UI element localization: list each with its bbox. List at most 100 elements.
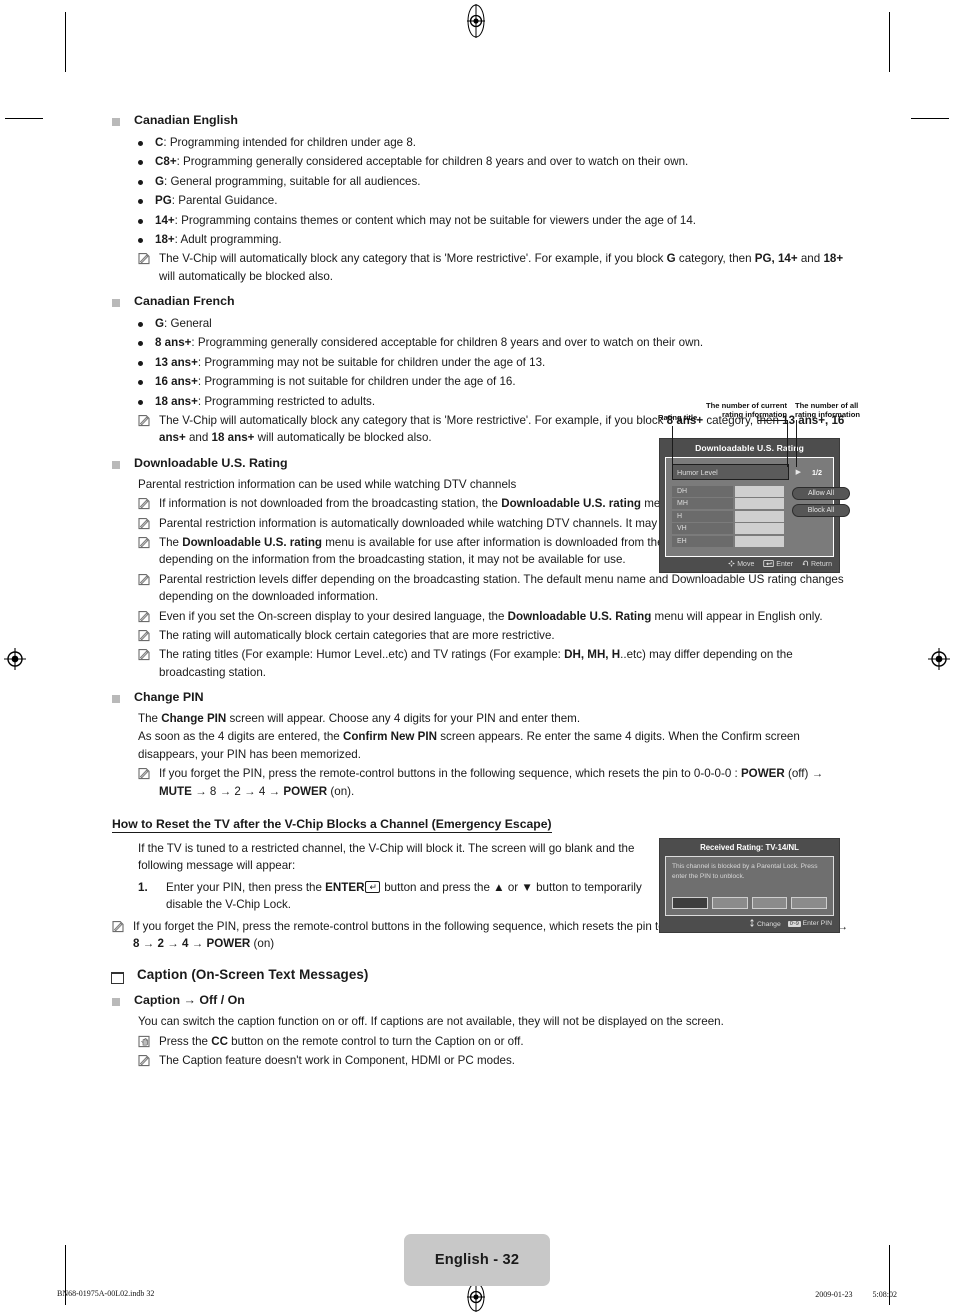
pencil-note-icon	[138, 767, 150, 780]
note-row: Press the CC button on the remote contro…	[138, 1033, 852, 1050]
bullet-dot-icon	[138, 360, 143, 366]
caption-section-heading-row: Caption → Off / On	[112, 992, 852, 1012]
section-square-icon	[112, 299, 120, 308]
bullet-dot-icon	[138, 179, 143, 185]
right-arrow-icon[interactable]: ▶	[796, 468, 801, 476]
bullet-text: G: General programming, suitable for all…	[155, 174, 421, 188]
step-number: 1.	[138, 880, 148, 894]
note-row: The rating titles (For example: Humor Le…	[138, 646, 852, 681]
number-keys-icon: 0~9	[787, 921, 801, 927]
rating-row[interactable]: DH	[672, 486, 784, 497]
bullet-row: C: Programming intended for children und…	[138, 134, 852, 151]
step-text: Enter your PIN, then press the ENTER ↵ bu…	[166, 880, 642, 912]
hint-enter-pin-label: Enter PIN	[802, 920, 832, 927]
hint-return-label: Return	[810, 560, 832, 568]
pin-digit-box[interactable]	[751, 897, 788, 909]
crop-mark-top-left-h	[5, 118, 43, 119]
rating-row-value[interactable]	[734, 498, 784, 510]
manual-page: Canadian English C: Programming intended …	[0, 0, 954, 1315]
hint-change-label: Change	[756, 921, 781, 928]
callout-leader-current	[787, 420, 788, 467]
section-paragraph: Parental restriction information can be …	[138, 477, 517, 491]
section-square-icon	[112, 118, 120, 126]
note-row: The rating will automatically block cert…	[138, 627, 852, 644]
registration-mark-top	[466, 4, 486, 38]
hint-move: Move	[728, 559, 755, 568]
rating-row[interactable]: EH	[672, 535, 784, 547]
bullet-row: 14+: Programming contains themes or cont…	[138, 212, 852, 229]
pin-digit-box[interactable]	[672, 897, 708, 909]
emergency-escape-heading: How to Reset the TV after the V-Chip Blo…	[112, 817, 552, 834]
hint-enter-pin: 0~9 Enter PIN	[787, 920, 832, 927]
enter-key-icon	[763, 559, 775, 567]
note-text: Even if you set the On-screen display to…	[159, 609, 823, 623]
note-row: The Caption feature doesn't work in Comp…	[138, 1052, 852, 1069]
bullet-row: C8+: Programming generally considered ac…	[138, 153, 852, 170]
rating-title-selector[interactable]: Humor Level ▶ 1/2	[672, 464, 827, 480]
note-text: The V-Chip will automatically block any …	[159, 252, 844, 283]
rating-grid: DH MH H VH EH Allow All Block All	[672, 486, 850, 548]
rating-row-value[interactable]	[734, 523, 784, 535]
chapter-square-icon	[111, 972, 124, 985]
section-heading-row: Canadian English	[112, 112, 852, 132]
rating-row-value[interactable]	[734, 535, 784, 547]
bullet-dot-icon	[138, 380, 143, 386]
rating-row[interactable]: MH	[672, 498, 784, 510]
bullet-dot-icon	[138, 237, 143, 243]
block-all-button[interactable]: Block All	[792, 504, 850, 517]
bullet-text: 8 ans+: Programming generally considered…	[155, 336, 704, 350]
pin-digit-box[interactable]	[791, 897, 827, 909]
tv-screen-blocked: Received Rating: TV-14/NL This channel i…	[659, 838, 840, 933]
allow-all-button[interactable]: Allow All	[792, 487, 850, 500]
bullet-row: 8 ans+: Programming generally considered…	[138, 334, 852, 351]
rating-row-value[interactable]	[734, 486, 784, 497]
registration-mark-bottom	[466, 1282, 486, 1312]
selected-rating-title[interactable]: Humor Level	[672, 464, 789, 480]
rating-row[interactable]: H	[672, 510, 784, 522]
crop-mark-top-left-v	[65, 12, 66, 72]
received-rating-title: Received Rating: TV-14/NL	[700, 843, 799, 852]
pencil-note-icon	[138, 573, 150, 586]
rating-actions: Allow All Block All	[792, 486, 850, 548]
registration-mark-right	[928, 648, 950, 670]
caption-chapter-heading: Caption (On-Screen Text Messages)	[137, 967, 369, 983]
bullet-text: 13 ans+: Programming may not be suitable…	[155, 355, 546, 369]
note-text: If you forget the PIN, press the remote-…	[159, 767, 824, 798]
bullet-row: G: General programming, suitable for all…	[138, 173, 852, 190]
bullet-dot-icon	[138, 218, 143, 224]
note-text: The rating titles (For example: Humor Le…	[159, 648, 793, 679]
rating-row-value[interactable]	[734, 510, 784, 522]
bullet-text: 18+: Adult programming.	[155, 232, 282, 246]
hint-return: Return	[802, 560, 832, 568]
bullet-row: 16 ans+: Programming is not suitable for…	[138, 373, 852, 390]
registration-mark-left	[4, 648, 26, 670]
pencil-note-icon	[138, 536, 150, 549]
section-heading: Change PIN	[134, 690, 204, 705]
rating-row-label: MH	[672, 498, 734, 510]
crop-mark-top-right-v	[889, 12, 890, 72]
caption-chapter: Caption (On-Screen Text Messages)	[111, 967, 852, 985]
section-paragraph: As soon as the 4 digits are entered, the…	[138, 730, 800, 761]
note-text: The Caption feature doesn't work in Comp…	[159, 1054, 515, 1068]
bullet-dot-icon	[138, 199, 143, 205]
bullet-dot-icon	[138, 140, 143, 146]
hint-enter: Enter	[763, 559, 794, 568]
pin-digit-box[interactable]	[711, 897, 748, 909]
note-text: Parental restriction levels differ depen…	[159, 572, 844, 604]
rating-rows: DH MH H VH EH	[672, 486, 784, 548]
section-canadian-french: Canadian French G: General 8 ans+: Program…	[112, 293, 852, 447]
hint-move-label: Move	[737, 560, 755, 568]
bullet-text: 16 ans+: Programming is not suitable for…	[155, 375, 516, 389]
rating-row[interactable]: VH	[672, 523, 784, 535]
note-row: Even if you set the On-screen display to…	[138, 608, 852, 625]
pin-entry-row[interactable]	[672, 897, 827, 909]
hint-enter-label: Enter	[776, 560, 794, 568]
pencil-note-icon	[112, 920, 124, 933]
bullet-dot-icon	[138, 160, 143, 166]
section-heading-row: Canadian French	[112, 293, 852, 313]
blocked-message-body: This channel is blocked by a Parental Lo…	[665, 856, 834, 916]
caption-section-heading: Caption → Off / On	[134, 993, 245, 1008]
rating-row-label: DH	[672, 486, 734, 497]
updown-arrow-icon	[750, 919, 755, 927]
dpad-icon	[728, 559, 736, 567]
